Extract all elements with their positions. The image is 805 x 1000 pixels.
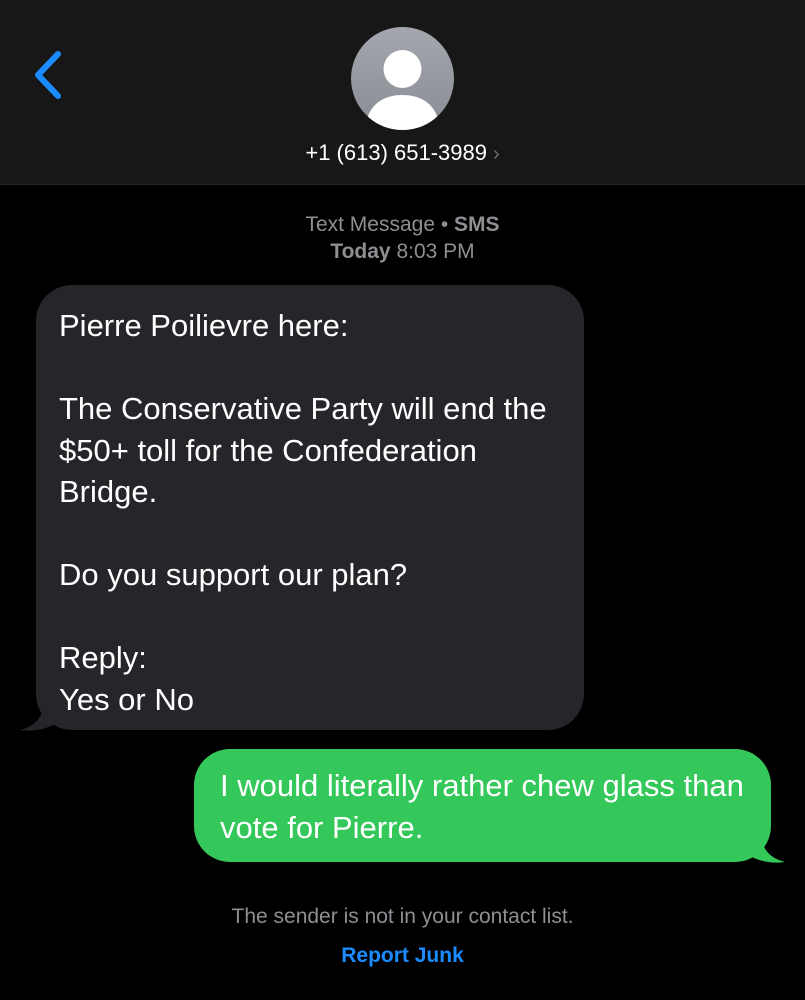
back-button[interactable]	[28, 48, 72, 104]
service-line: Text Message • SMS	[0, 211, 805, 238]
report-junk-link[interactable]: Report Junk	[0, 942, 805, 970]
timestamp-time: 8:03 PM	[396, 240, 475, 263]
message-metadata: Text Message • SMS Today 8:03 PM	[0, 211, 805, 265]
incoming-bubble-tail	[20, 700, 60, 731]
timestamp-line: Today 8:03 PM	[0, 238, 805, 265]
contact-number: +1 (613) 651-3989	[305, 140, 487, 165]
outgoing-message-bubble[interactable]: I would literally rather chew glass than…	[194, 749, 771, 862]
outgoing-bubble-tail	[745, 832, 785, 863]
timestamp-day: Today	[330, 240, 391, 263]
person-silhouette-icon	[365, 50, 440, 130]
conversation-header: +1 (613) 651-3989 ›	[0, 0, 805, 185]
contact-name-button[interactable]: +1 (613) 651-3989 ›	[0, 138, 805, 169]
unknown-sender-notice: The sender is not in your contact list.	[231, 905, 574, 928]
separator: •	[440, 213, 449, 236]
service-type: SMS	[454, 213, 500, 236]
chevron-right-icon: ›	[492, 143, 500, 165]
incoming-message-bubble[interactable]: Pierre Poilievre here: The Conservative …	[36, 285, 584, 730]
service-label: Text Message	[305, 213, 435, 236]
chevron-left-icon	[35, 51, 61, 99]
avatar[interactable]	[351, 27, 454, 130]
